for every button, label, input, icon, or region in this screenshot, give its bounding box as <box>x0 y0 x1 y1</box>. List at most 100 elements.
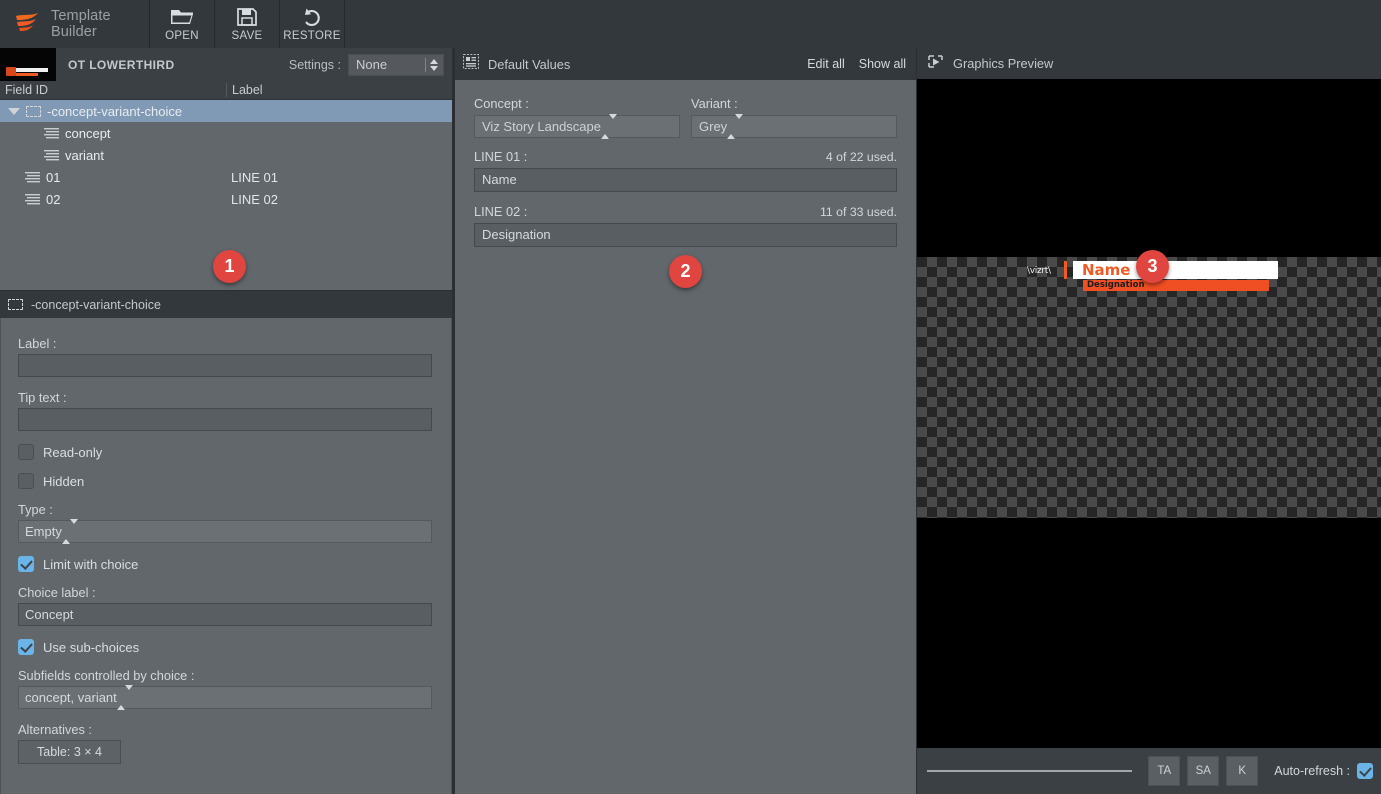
spinner-arrows-icon <box>430 58 438 71</box>
app-brand: Template Builder <box>0 0 150 48</box>
field-detail-body: Label : Tip text : Read-only Hidden Type… <box>0 318 452 794</box>
graphics-preview-title: Graphics Preview <box>953 56 1054 71</box>
settings-select[interactable]: None <box>348 53 444 76</box>
label-caption: Label : <box>18 336 57 351</box>
tree-row-label: LINE 01 <box>231 169 278 185</box>
text-lines-icon <box>44 149 59 161</box>
restore-button[interactable]: RESTORE <box>280 0 345 48</box>
settings-group: Settings : None <box>288 53 452 76</box>
preview-letterbox-bottom <box>917 518 1381 748</box>
preview-letterbox-top <box>917 79 1381 257</box>
dashed-folder-icon <box>26 105 41 117</box>
tree-row-id: concept <box>65 125 111 141</box>
default-values-header: Default Values Edit all Show all <box>455 48 916 80</box>
dashed-folder-icon <box>8 299 23 310</box>
variant-select[interactable]: Grey <box>691 114 897 139</box>
tree-row-variant[interactable]: variant <box>0 144 452 166</box>
use-subchoices-checkbox[interactable] <box>18 639 34 655</box>
default-values-body: Concept : Viz Story Landscape Variant : … <box>455 80 916 247</box>
concept-select-value: Viz Story Landscape <box>482 119 601 134</box>
concept-select[interactable]: Viz Story Landscape <box>474 114 680 139</box>
limit-with-choice-row[interactable]: Limit with choice <box>18 556 432 572</box>
preview-timeline-slider[interactable] <box>927 770 1133 772</box>
subfields-select-value: concept, variant <box>25 690 117 705</box>
settings-label: Settings : <box>288 57 341 72</box>
edit-all-link[interactable]: Edit all <box>807 57 845 71</box>
variant-caption: Variant : <box>691 96 738 111</box>
badge-3: 3 <box>1136 250 1169 283</box>
template-name: OT LOWERTHIRD <box>68 57 175 72</box>
sa-button[interactable]: SA <box>1187 756 1220 786</box>
restore-button-label: RESTORE <box>283 30 341 42</box>
spinner-arrows-icon <box>727 114 744 139</box>
spinner-arrows-icon <box>61 519 78 544</box>
open-button-label: OPEN <box>165 30 199 42</box>
graphic-designation-text: Designation <box>1087 280 1145 290</box>
template-header-bar: OT LOWERTHIRD Settings : None <box>0 48 452 81</box>
line02-input[interactable]: Designation <box>474 223 897 247</box>
line02-caption: LINE 02 : <box>474 204 528 219</box>
save-button[interactable]: SAVE <box>215 0 280 48</box>
ta-button[interactable]: TA <box>1148 756 1181 786</box>
type-select[interactable]: Empty <box>18 519 432 544</box>
hidden-checkbox-row[interactable]: Hidden <box>18 473 432 489</box>
preview-canvas[interactable]: \vizrt\ Name Designation <box>917 257 1381 518</box>
tree-row-id: 01 <box>46 169 61 185</box>
template-thumbnail <box>0 48 56 81</box>
settings-select-value: None <box>356 56 388 72</box>
label-input[interactable] <box>18 354 432 377</box>
subfields-select[interactable]: concept, variant <box>18 685 432 710</box>
readonly-checkbox[interactable] <box>18 444 34 460</box>
type-caption: Type : <box>18 502 53 517</box>
tree-column-headers: Field ID Label <box>0 81 452 100</box>
graphics-preview-panel: Graphics Preview \vizrt\ Name Designatio… <box>917 48 1381 794</box>
readonly-checkbox-row[interactable]: Read-only <box>18 444 432 460</box>
alternatives-table-button[interactable]: Table: 3 × 4 <box>18 740 121 764</box>
line01-usage: 4 of 22 used. <box>825 150 897 164</box>
tree-row-label: LINE 02 <box>231 191 278 207</box>
tree-row-02[interactable]: 02 LINE 02 <box>0 188 452 210</box>
default-values-panel: Default Values Edit all Show all Concept… <box>455 48 916 794</box>
undo-arrow-icon <box>300 6 324 28</box>
limit-with-choice-label: Limit with choice <box>43 556 139 572</box>
line01-caption: LINE 01 : <box>474 149 528 164</box>
k-button[interactable]: K <box>1226 756 1259 786</box>
column-header-field-id: Field ID <box>5 83 49 97</box>
line02-usage: 11 of 33 used. <box>819 205 897 219</box>
text-lines-icon <box>25 171 40 183</box>
line01-input[interactable]: Name <box>474 168 897 192</box>
tip-text-input[interactable] <box>18 408 432 431</box>
spinner-arrows-icon <box>601 114 617 139</box>
chevron-down-icon[interactable] <box>8 107 20 115</box>
graphic-name-text: Name <box>1082 261 1131 279</box>
default-values-icon <box>463 54 479 74</box>
subfields-caption: Subfields controlled by choice : <box>18 668 195 683</box>
tree-row-concept-variant-choice[interactable]: -concept-variant-choice <box>0 100 452 122</box>
select-separator <box>425 57 426 72</box>
choice-label-input[interactable]: Concept <box>18 603 432 626</box>
floppy-disk-icon <box>236 6 258 28</box>
text-lines-icon <box>25 193 40 205</box>
save-button-label: SAVE <box>231 30 263 42</box>
accent-tick <box>1064 261 1067 279</box>
use-subchoices-row[interactable]: Use sub-choices <box>18 639 432 655</box>
open-button[interactable]: OPEN <box>150 0 215 48</box>
text-lines-icon <box>44 127 59 139</box>
auto-refresh-checkbox[interactable] <box>1357 763 1373 779</box>
tree-row-concept[interactable]: concept <box>0 122 452 144</box>
choice-label-caption: Choice label : <box>18 585 96 600</box>
column-header-label: Label <box>226 83 263 97</box>
show-all-link[interactable]: Show all <box>859 57 906 71</box>
hidden-checkbox[interactable] <box>18 473 34 489</box>
left-panel: OT LOWERTHIRD Settings : None Field ID L… <box>0 48 452 794</box>
limit-with-choice-checkbox[interactable] <box>18 556 34 572</box>
badge-1: 1 <box>213 250 246 283</box>
variant-select-value: Grey <box>699 119 728 134</box>
app-title: Template Builder <box>51 8 111 40</box>
auto-refresh-label: Auto-refresh : <box>1274 764 1350 778</box>
tree-row-01[interactable]: 01 LINE 01 <box>0 166 452 188</box>
graphics-preview-icon <box>927 54 944 74</box>
readonly-label: Read-only <box>43 444 103 460</box>
folder-open-icon <box>169 6 195 28</box>
graphics-preview-header: Graphics Preview <box>917 48 1381 79</box>
